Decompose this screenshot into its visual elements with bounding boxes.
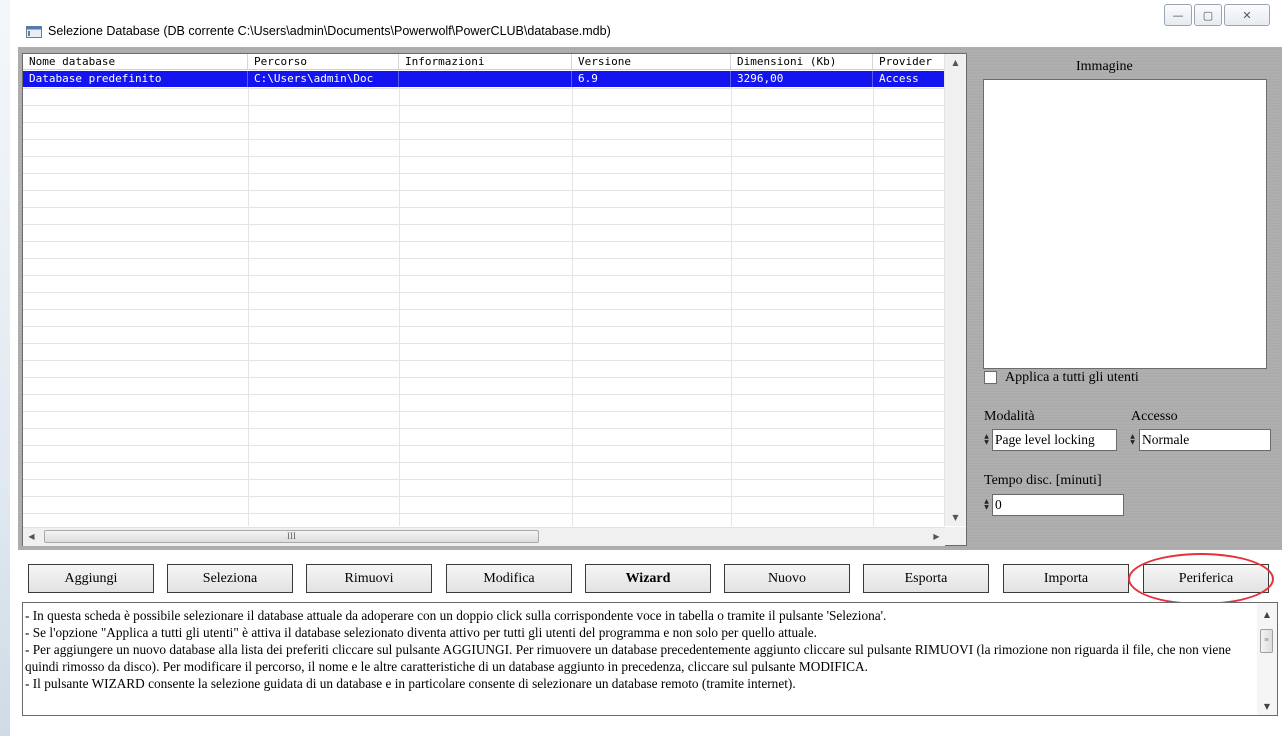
device-button[interactable]: Periferica xyxy=(1143,564,1269,593)
add-button[interactable]: Aggiungi xyxy=(28,564,154,593)
help-text-box[interactable]: - In questa scheda è possibile seleziona… xyxy=(22,602,1278,716)
mode-field[interactable]: Page level locking xyxy=(992,429,1117,451)
close-button[interactable]: ✕ xyxy=(1224,4,1270,26)
help-vertical-scrollbar[interactable]: ▲ ≡ ▼ xyxy=(1257,603,1277,715)
scroll-down-arrow-icon[interactable]: ▼ xyxy=(1257,699,1277,715)
timeout-field[interactable]: 0 xyxy=(992,494,1124,516)
select-button[interactable]: Seleziona xyxy=(167,564,293,593)
cell-provider: Access xyxy=(879,72,919,85)
scroll-up-arrow-icon[interactable]: ▲ xyxy=(945,54,966,71)
table-horizontal-scrollbar[interactable]: ◀ III ▶ xyxy=(23,527,945,546)
close-icon: ✕ xyxy=(1242,8,1252,22)
help-line: - Per aggiungere un nuovo database alla … xyxy=(25,642,1231,674)
column-header-path[interactable]: Percorso xyxy=(248,54,399,69)
column-header-provider[interactable]: Provider xyxy=(873,54,945,69)
image-label: Immagine xyxy=(1076,59,1133,74)
scrollbar-corner xyxy=(945,527,966,545)
window-controls: — ▢ ✕ xyxy=(1164,4,1276,26)
column-header-size[interactable]: Dimensioni (Kb) xyxy=(731,54,873,69)
scroll-down-arrow-icon[interactable]: ▼ xyxy=(945,509,966,526)
scroll-up-arrow-icon[interactable]: ▲ xyxy=(1257,607,1277,623)
column-header-info[interactable]: Informazioni xyxy=(399,54,572,69)
cell-name: Database predefinito xyxy=(23,71,248,87)
timeout-spinner-icon[interactable]: ▲ ▼ xyxy=(982,494,991,516)
column-header-name[interactable]: Nome database xyxy=(23,54,248,69)
minimize-icon: — xyxy=(1172,8,1184,22)
cell-path: C:\Users\admin\Doc xyxy=(248,71,399,87)
timeout-label: Tempo disc. [minuti] xyxy=(984,473,1102,488)
desktop-background xyxy=(0,0,10,736)
wizard-button[interactable]: Wizard xyxy=(585,564,711,593)
cell-version: 6.9 xyxy=(572,71,731,87)
import-button[interactable]: Importa xyxy=(1003,564,1129,593)
table-row[interactable]: Database predefinito C:\Users\admin\Doc … xyxy=(23,71,945,87)
table-vertical-scrollbar[interactable]: ▲ ▼ xyxy=(944,54,966,526)
maximize-icon: ▢ xyxy=(1202,8,1214,22)
help-line: - Se l'opzione "Applica a tutti gli uten… xyxy=(25,625,818,640)
scroll-right-arrow-icon[interactable]: ▶ xyxy=(928,528,945,546)
access-field[interactable]: Normale xyxy=(1139,429,1271,451)
edit-button[interactable]: Modifica xyxy=(446,564,572,593)
horizontal-scroll-thumb[interactable]: III xyxy=(44,530,539,543)
apply-all-users-label[interactable]: Applica a tutti gli utenti xyxy=(1005,370,1139,386)
help-line: - Il pulsante WIZARD consente la selezio… xyxy=(25,676,796,691)
access-spinner-icon[interactable]: ▲ ▼ xyxy=(1128,429,1137,451)
remove-button[interactable]: Rimuovi xyxy=(306,564,432,593)
mode-label: Modalità xyxy=(984,409,1035,424)
app-window-icon xyxy=(26,26,42,38)
access-label: Accesso xyxy=(1131,409,1178,424)
title-bar[interactable]: Selezione Database (DB corrente C:\Users… xyxy=(10,0,1282,44)
database-table[interactable]: Nome database Percorso Informazioni Vers… xyxy=(22,53,967,546)
maximize-button[interactable]: ▢ xyxy=(1194,4,1222,26)
table-header: Nome database Percorso Informazioni Vers… xyxy=(23,54,945,70)
help-scroll-thumb[interactable]: ≡ xyxy=(1260,629,1273,653)
table-body xyxy=(23,71,945,526)
help-line: - In questa scheda è possibile seleziona… xyxy=(25,608,887,623)
scroll-left-arrow-icon[interactable]: ◀ xyxy=(23,528,40,546)
export-button[interactable]: Esporta xyxy=(863,564,989,593)
help-text: - In questa scheda è possibile seleziona… xyxy=(23,603,1255,692)
new-button[interactable]: Nuovo xyxy=(724,564,850,593)
window-title: Selezione Database (DB corrente C:\Users… xyxy=(48,24,611,38)
apply-all-users-checkbox[interactable] xyxy=(984,371,997,384)
minimize-button[interactable]: — xyxy=(1164,4,1192,26)
mode-spinner-icon[interactable]: ▲ ▼ xyxy=(982,429,991,451)
cell-info xyxy=(399,71,572,87)
image-preview xyxy=(983,79,1267,369)
column-header-version[interactable]: Versione xyxy=(572,54,731,69)
cell-size: 3296,00 xyxy=(731,71,873,87)
